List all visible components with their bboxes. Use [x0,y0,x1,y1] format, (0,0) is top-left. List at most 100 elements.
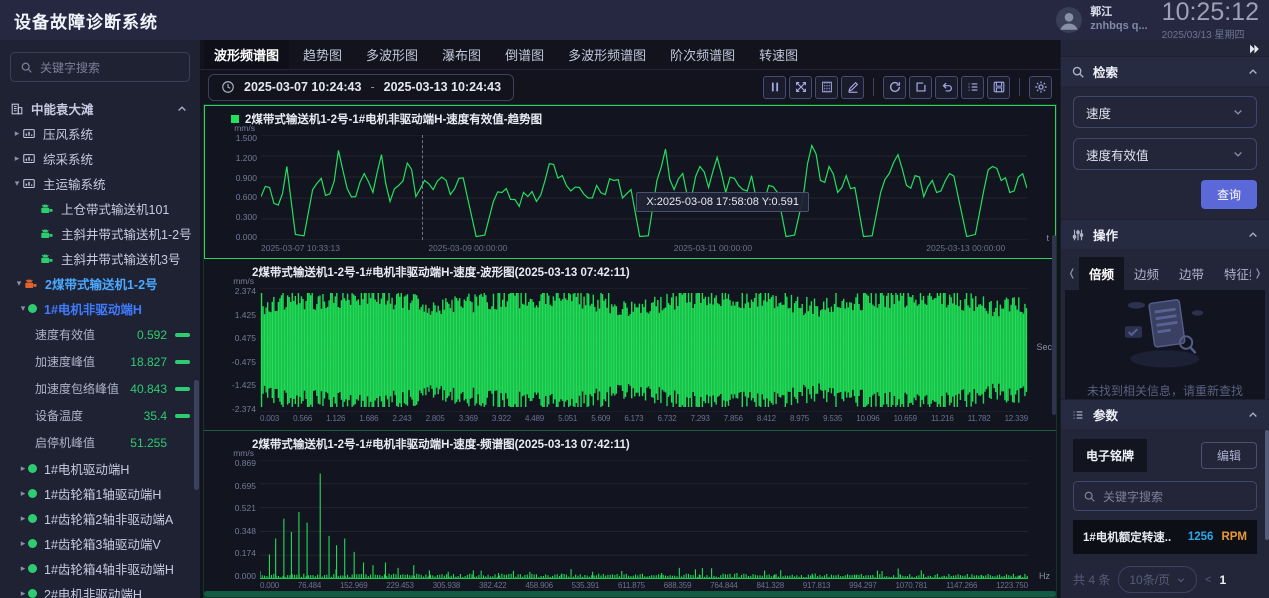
tree-expand-arrow[interactable]: ▸ [18,588,28,598]
list-icon[interactable] [961,76,984,99]
params-section-header[interactable]: 参数 [1061,399,1269,429]
tab-转速图[interactable]: 转速图 [749,40,808,69]
tree-expand-arrow[interactable]: ▸ [18,538,28,549]
tree-node[interactable]: ▸2#电机非驱动端H [0,581,200,598]
measurement-row[interactable]: 加速度峰值18.827 [0,348,200,375]
tree-expand-arrow[interactable]: ▸ [18,488,28,499]
sidebar-search-input[interactable]: 关键字搜索 [10,52,190,82]
op-tab-倍频[interactable]: 倍频 [1079,257,1124,290]
toolbar-icon-group [760,76,1052,99]
band-icon[interactable] [815,76,838,99]
tree-expand-arrow[interactable]: ▾ [14,278,24,289]
tree-node[interactable]: ▸1#齿轮箱1轴驱动端H [0,481,200,506]
measure-type-select[interactable]: 速度有效值 [1073,138,1257,170]
tree-node[interactable]: ▾2煤带式输送机1-2号 [0,271,200,296]
tab-波形频谱图[interactable]: 波形频谱图 [204,40,289,69]
panel-scrollbar[interactable] [1265,430,1269,540]
nameplate-tab[interactable]: 电子铭牌 [1073,439,1147,472]
measurement-row[interactable]: 加速度包络峰值40.843 [0,375,200,402]
date-range-start[interactable]: 2025-03-07 10:24:43 [244,80,361,94]
refresh-icon[interactable] [883,76,906,99]
tree-node[interactable]: ▸1#电机驱动端H [0,456,200,481]
page-size-select[interactable]: 10条/页 [1118,566,1197,593]
trend-chart[interactable]: 2煤带式输送机1-2号-1#电机非驱动端H-速度有效值-趋势图 mm/s 1.5… [204,105,1056,259]
tab-阶次频谱图[interactable]: 阶次频谱图 [660,40,745,69]
query-button[interactable]: 查询 [1201,180,1257,209]
tabs-scroll-right[interactable]: ❭ [1251,268,1265,279]
prev-page-button[interactable]: < [1205,574,1211,586]
chevron-up-icon[interactable] [1247,409,1259,421]
user-menu[interactable]: 郭江 znhbqs q... [1056,6,1147,34]
date-range-picker[interactable]: 2025-03-07 10:24:43 - 2025-03-13 10:24:4… [208,74,514,101]
operation-section-header[interactable]: 操作 [1061,219,1269,249]
charts-horizontal-scrollbar[interactable] [204,591,1056,597]
tree-expand-arrow[interactable]: ▸ [18,563,28,574]
collapse-panel-icon[interactable] [1247,42,1261,56]
tree-expand-arrow[interactable]: ▸ [18,463,28,474]
tab-多波形频谱图[interactable]: 多波形频谱图 [558,40,656,69]
pause-icon[interactable] [763,76,786,99]
spectrum-chart[interactable]: 2煤带式输送机1-2号-1#电机非驱动端H-速度-频谱图(2025-03-13 … [204,431,1056,597]
measurement-row[interactable]: 启停机峰值51.255 [0,429,200,456]
tree-node[interactable]: ▸1#齿轮箱4轴非驱动端H [0,556,200,581]
search-section-header[interactable]: 检索 [1061,56,1269,86]
tree-expand-arrow[interactable]: ▸ [12,128,22,139]
signal-type-select[interactable]: 速度 [1073,96,1257,128]
list-icon [1071,408,1085,422]
date-range-end[interactable]: 2025-03-13 10:24:43 [384,80,501,94]
op-tab-边带[interactable]: 边带 [1169,257,1214,290]
x-tick: 1.686 [359,414,378,428]
tab-瀑布图[interactable]: 瀑布图 [432,40,491,69]
params-search-input[interactable]: 关键字搜索 [1073,481,1257,511]
tree-expand-arrow[interactable]: ▾ [18,303,28,314]
tree-node[interactable]: ▾1#电机非驱动端H [0,296,200,321]
chevron-up-icon[interactable] [1247,66,1259,78]
waveform-chart[interactable]: 2煤带式输送机1-2号-1#电机非驱动端H-速度-波形图(2025-03-13 … [204,259,1056,431]
measurement-row[interactable]: 速度有效值0.592 [0,321,200,348]
tree-node[interactable]: ▾主运输系统 [0,171,200,196]
gear-icon[interactable] [1029,76,1052,99]
chevron-up-icon[interactable] [176,103,188,115]
op-tab-边频[interactable]: 边频 [1124,257,1169,290]
pencil-icon[interactable] [841,76,864,99]
param-row[interactable]: 1#电机额定转速.. 1256 RPM [1073,520,1257,554]
x-tick: 2025-03-11 00:00:00 [674,243,752,253]
op-tab-特征频[interactable]: 特征频 [1214,257,1251,290]
spectrum-plot[interactable] [260,460,1028,579]
tabs-scroll-left[interactable]: ❬ [1065,268,1079,279]
params-search-placeholder: 关键字搜索 [1103,488,1163,505]
tree-node[interactable]: 主斜井带式输送机3号 [0,246,200,271]
tab-多波形图[interactable]: 多波形图 [356,40,428,69]
tree-node[interactable]: ▸1#齿轮箱2轴非驱动端A [0,506,200,531]
tree-expand-arrow[interactable]: ▸ [12,153,22,164]
measurement-row[interactable]: 设备温度35.4 [0,402,200,429]
charts-vertical-scrollbar[interactable] [1052,235,1056,415]
crop-icon[interactable] [909,76,932,99]
y-tick: 0.600 [236,192,257,202]
tab-趋势图[interactable]: 趋势图 [293,40,352,69]
tree-node[interactable]: ▸ 压风系统 [0,121,200,146]
save-icon[interactable] [987,76,1010,99]
chevron-up-icon[interactable] [1247,229,1259,241]
tree-node-label: 压风系统 [43,124,93,143]
current-page[interactable]: 1 [1219,573,1226,587]
trend-plot[interactable]: X:2025-03-08 17:58:08 Y:0.591 [261,135,1027,240]
waveform-plot[interactable] [260,288,1028,412]
tree-node[interactable]: ▸综采系统 [0,146,200,171]
tree-expand-arrow[interactable]: ▸ [18,513,28,524]
x-tick: 2025-03-09 00:00:00 [428,243,507,253]
expand-icon[interactable] [789,76,812,99]
tree-node[interactable]: ▸1#齿轮箱3轴驱动端V [0,531,200,556]
y-tick: 0.521 [235,503,256,513]
tab-倒谱图[interactable]: 倒谱图 [495,40,554,69]
tree-org-node[interactable]: 中能袁大滩 [0,96,200,121]
y-tick: 0.475 [235,333,256,343]
sidebar-scrollbar[interactable] [194,380,199,490]
trend-x-unit: t [1046,233,1049,243]
tree-node[interactable]: 上仓带式输送机101 [0,196,200,221]
tree-node[interactable]: 主斜井带式输送机1-2号 [0,221,200,246]
undo-icon[interactable] [935,76,958,99]
measurement-label: 加速度峰值 [35,353,95,370]
edit-button[interactable]: 编辑 [1201,442,1257,469]
tree-expand-arrow[interactable]: ▾ [12,178,22,189]
